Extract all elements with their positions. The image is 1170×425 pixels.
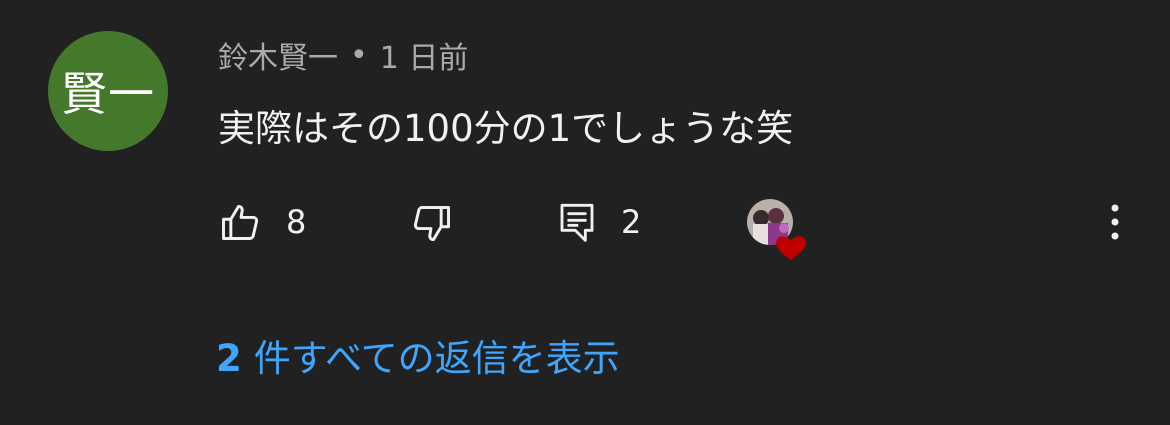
view-replies-button[interactable]: 2 件すべての返信を表示	[216, 328, 620, 382]
like-button[interactable]: 8	[218, 196, 306, 248]
creator-heart	[746, 198, 810, 262]
replies-label: 件すべての返信を表示	[253, 337, 620, 380]
author-avatar[interactable]: 賢一	[48, 31, 168, 151]
thumbs-up-icon	[222, 204, 259, 240]
comment-meta: 鈴木賢一 • 1 日前	[218, 33, 469, 77]
comment-time[interactable]: 1 日前	[380, 33, 469, 77]
meta-separator: •	[350, 37, 368, 73]
more-vert-icon	[1111, 204, 1119, 240]
heart-icon	[776, 236, 806, 260]
reply-icon	[560, 203, 594, 242]
replies-count: 2	[216, 337, 242, 380]
like-count: 8	[286, 203, 307, 241]
comment-text: 実際はその100分の1でしょうな笑	[218, 107, 794, 150]
reply-button[interactable]: 2	[557, 196, 641, 248]
dislike-button[interactable]	[410, 198, 454, 250]
reply-count: 2	[621, 203, 642, 241]
avatar-initials: 賢一	[61, 67, 155, 121]
author-name[interactable]: 鈴木賢一	[218, 33, 338, 77]
thumbs-down-icon	[413, 206, 450, 242]
more-button[interactable]	[1100, 200, 1130, 244]
